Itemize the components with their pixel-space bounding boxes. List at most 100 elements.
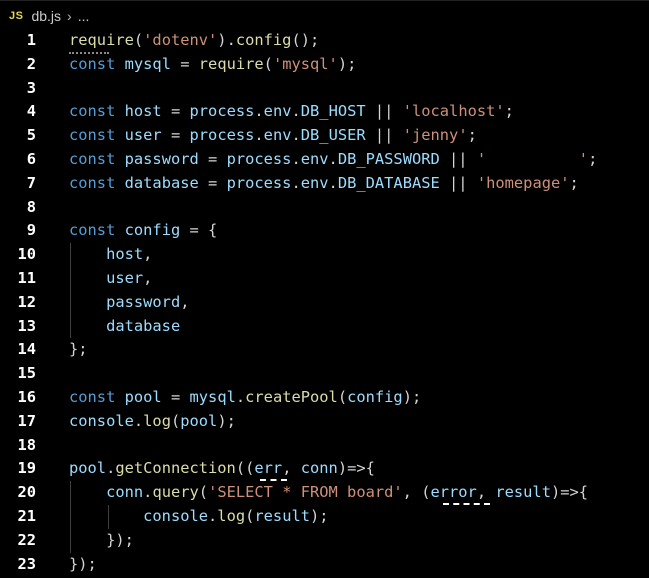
code-token: pool — [180, 411, 218, 430]
code-line[interactable]: 3 — [0, 77, 649, 101]
code-line[interactable]: 20 conn.query('SELECT * FROM board', (er… — [0, 481, 649, 505]
code-token: process — [226, 150, 292, 168]
code-token: )=>{ — [550, 483, 589, 502]
line-number: 16 — [17, 388, 36, 406]
code-text[interactable]: console.log(pool); — [69, 410, 236, 434]
code-text[interactable]: user, — [69, 267, 152, 291]
code-token: 'dotenv' — [143, 31, 218, 49]
indent-guide — [70, 243, 71, 339]
code-token: }; — [69, 340, 88, 359]
code-token: process — [189, 126, 255, 145]
code-line[interactable]: 17 console.log(pool); — [0, 410, 649, 434]
code-line[interactable]: 23}); — [0, 553, 649, 577]
code-token: user — [124, 126, 162, 145]
code-token: . — [291, 126, 301, 145]
code-token: ); — [402, 388, 422, 406]
code-token: = — [170, 54, 199, 73]
code-token: host — [106, 245, 144, 264]
code-token: mysql — [124, 54, 171, 73]
code-text[interactable]: const database = process.env.DB_DATABASE… — [69, 172, 579, 196]
code-text[interactable]: conn.query('SELECT * FROM board', (error… — [69, 481, 588, 505]
line-number: 9 — [26, 221, 36, 240]
line-number: 10 — [17, 245, 36, 264]
line-number: 4 — [26, 102, 36, 121]
code-token: const — [69, 173, 116, 192]
code-text[interactable]: host, — [69, 243, 152, 267]
code-line[interactable]: 16 const pool = mysql.createPool(config); — [0, 386, 649, 410]
code-token: . — [254, 126, 264, 145]
code-line[interactable]: 6 const password = process.env.DB_PASSWOR… — [0, 148, 649, 172]
code-line[interactable]: 11 user, — [0, 267, 649, 291]
code-token: env — [263, 126, 292, 145]
code-token: = { — [180, 221, 218, 240]
indent-guide — [108, 505, 109, 529]
line-number: 6 — [26, 150, 36, 168]
code-line[interactable]: 19 pool.getConnection((err, conn)=>{ — [0, 457, 649, 481]
code-line[interactable]: 2 const mysql = require('mysql'); — [0, 53, 649, 77]
code-line[interactable]: 9 const config = { — [0, 219, 649, 243]
code-text[interactable]: const pool = mysql.createPool(config); — [69, 386, 421, 410]
line-number: 8 — [26, 197, 36, 216]
code-text[interactable]: const mysql = require('mysql'); — [69, 53, 356, 77]
code-editor[interactable]: 1 require('dotenv').config(); 2 const mysql… — [0, 29, 649, 578]
code-token: ; — [504, 102, 514, 121]
code-text[interactable]: }; — [69, 338, 88, 362]
code-line[interactable]: 7 const database = process.env.DB_DATABAS… — [0, 172, 649, 196]
line-number: 15 — [17, 364, 36, 383]
code-line[interactable]: 5 const user = process.env.DB_USER || 'je… — [0, 124, 649, 148]
code-text[interactable]: database — [69, 315, 180, 339]
code-token: pool — [69, 459, 107, 478]
code-text[interactable]: }); — [69, 529, 134, 553]
code-text[interactable]: const host = process.env.DB_HOST || 'loc… — [69, 100, 514, 124]
code-text[interactable]: pool.getConnection((err, conn)=>{ — [69, 457, 375, 481]
code-token: = — [161, 126, 190, 145]
code-line[interactable]: 10 host, — [0, 243, 649, 267]
code-token: const — [69, 126, 116, 145]
line-number: 2 — [26, 54, 36, 73]
line-number: 13 — [17, 316, 36, 335]
code-token: ' — [578, 150, 589, 168]
code-token: . — [106, 459, 116, 478]
code-line[interactable]: 18 — [0, 434, 649, 458]
code-line[interactable]: 13 database — [0, 315, 649, 339]
code-token: 'jenny' — [402, 126, 468, 145]
code-text[interactable]: const user = process.env.DB_USER || 'jen… — [69, 124, 477, 148]
code-line[interactable]: 22 }); — [0, 529, 649, 553]
code-token: ; — [588, 150, 598, 168]
code-line[interactable]: 4 const host = process.env.DB_HOST || 'lo… — [0, 100, 649, 124]
code-text[interactable]: const password = process.env.DB_PASSWORD… — [69, 148, 597, 172]
code-token: 'homepage' — [476, 173, 570, 192]
code-line[interactable]: 8 — [0, 196, 649, 220]
code-token: 'localhost' — [402, 102, 505, 121]
line-number: 1 — [26, 31, 36, 49]
code-token: console — [143, 507, 209, 525]
code-line[interactable]: 12 password, — [0, 291, 649, 315]
code-token: = — [198, 173, 227, 192]
code-line[interactable]: 21 console.log(result); — [0, 505, 649, 529]
breadcrumb-symbol-path[interactable]: ... — [78, 8, 90, 24]
code-token: config — [235, 31, 292, 49]
code-text[interactable]: const config = { — [69, 219, 217, 243]
code-token: ( — [198, 483, 209, 502]
javascript-file-icon: JS — [9, 9, 24, 22]
code-token: )=>{ — [337, 459, 375, 478]
code-text[interactable]: password, — [69, 291, 190, 315]
code-line[interactable]: 14}; — [0, 338, 649, 362]
code-token: || — [365, 102, 403, 121]
code-token: 'mysql' — [272, 54, 338, 73]
code-token: getConnection — [115, 459, 236, 478]
code-token: DB_HOST — [300, 102, 366, 121]
code-token: . — [254, 102, 264, 121]
breadcrumb-file-name[interactable]: db.js — [31, 8, 61, 24]
code-text[interactable]: }); — [69, 553, 97, 577]
code-token: ' — [476, 150, 487, 168]
code-token: , — [180, 292, 190, 311]
code-line[interactable]: 15 — [0, 362, 649, 386]
